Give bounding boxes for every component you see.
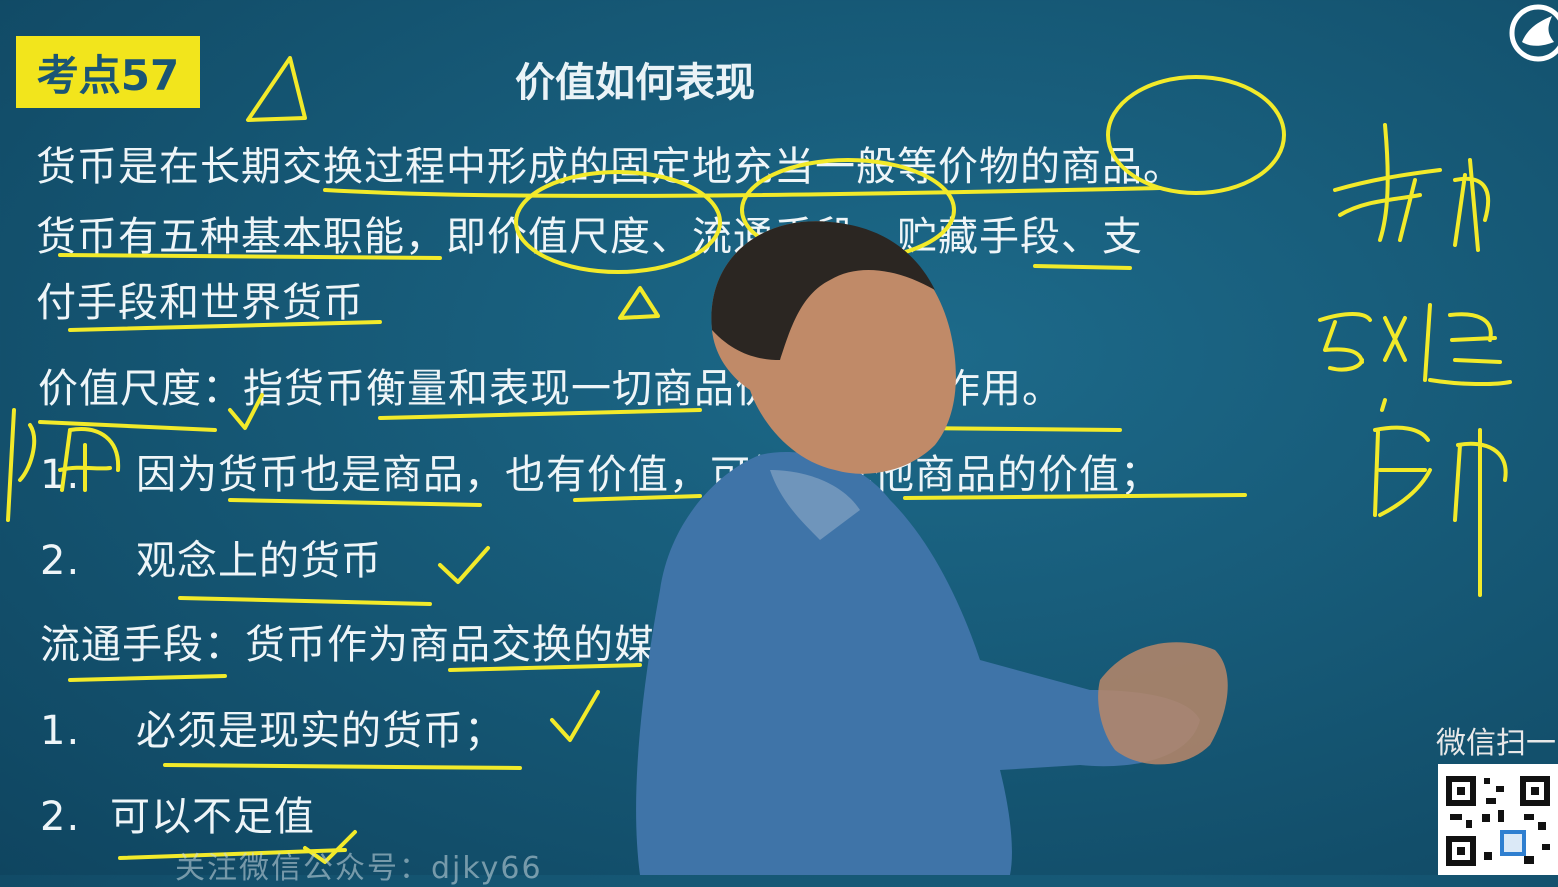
watermark-text: 关注微信公众号：djky66: [175, 851, 543, 886]
qr-code: [1438, 764, 1558, 875]
qr-pattern: [1446, 776, 1550, 866]
presenter-hand: [1098, 642, 1228, 765]
presenter-figure: [636, 221, 1228, 875]
presenter-jacket: [636, 452, 1200, 875]
channel-logo-icon: [1509, 4, 1558, 62]
wechat-scan-label: 微信扫一: [1436, 726, 1556, 761]
